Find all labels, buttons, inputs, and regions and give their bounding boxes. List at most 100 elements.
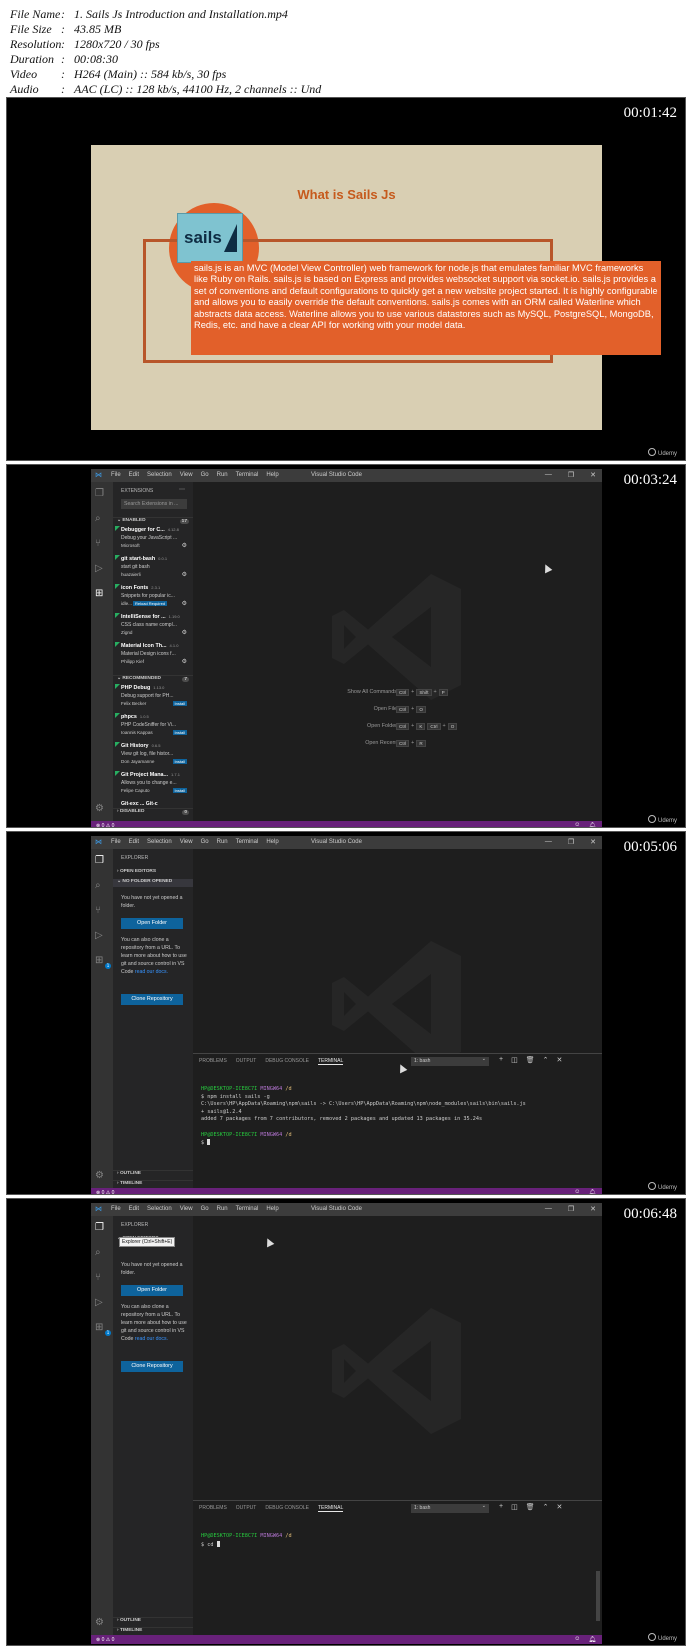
- menu-item[interactable]: View: [180, 472, 193, 478]
- gear-icon[interactable]: ⚙: [95, 803, 104, 814]
- menu-item[interactable]: Terminal: [236, 472, 259, 478]
- menu-bar[interactable]: File Edit Selection View Go Run Terminal Help: [111, 839, 279, 845]
- extension-item[interactable]: icon Fonts 2.3.1 Snippets for popular ic.…: [113, 584, 193, 613]
- menu-item[interactable]: View: [180, 839, 193, 845]
- gear-icon[interactable]: ⚙: [95, 1617, 104, 1628]
- panel-tab[interactable]: DEBUG CONSOLE: [265, 1505, 309, 1512]
- extensions-icon[interactable]: ⊞: [95, 588, 103, 599]
- extension-item[interactable]: git start-bash 0.0.1 start git bash huaza…: [113, 555, 193, 584]
- menu-item[interactable]: Go: [201, 472, 209, 478]
- gear-icon[interactable]: ⚙: [182, 571, 187, 578]
- minimize-icon[interactable]: —: [545, 471, 552, 479]
- timeline-section[interactable]: › TIMELINE: [113, 1180, 193, 1188]
- terminal-select[interactable]: 1: bash: [411, 1056, 489, 1066]
- trash-icon[interactable]: 🗑︎: [526, 1503, 535, 1511]
- window-controls[interactable]: — ❐ ✕: [545, 838, 596, 846]
- install-button[interactable]: Install: [172, 701, 187, 706]
- menu-item[interactable]: Selection: [147, 839, 172, 845]
- menu-item[interactable]: Edit: [129, 1206, 139, 1212]
- close-icon[interactable]: ✕: [590, 838, 596, 846]
- panel-tab[interactable]: PROBLEMS: [199, 1505, 227, 1512]
- shortcut-row[interactable]: Open Folder Ctrl + K Ctrl + O: [193, 723, 602, 733]
- extensions-icon[interactable]: ⊞: [95, 1322, 103, 1333]
- gear-icon[interactable]: ⚙: [182, 629, 187, 636]
- run-debug-icon[interactable]: ▷: [95, 1297, 103, 1308]
- menu-item[interactable]: View: [180, 1206, 193, 1212]
- maximize-icon[interactable]: ❐: [568, 471, 574, 479]
- bell-icon[interactable]: 🔔︎: [588, 1189, 596, 1194]
- terminal-output[interactable]: HP@DESKTOP-ICE8C7I MINGW64 /d $ cd: [201, 1533, 596, 1549]
- open-folder-button[interactable]: Open Folder: [121, 918, 183, 929]
- minimize-icon[interactable]: —: [545, 838, 552, 846]
- recommended-section[interactable]: ⌄ RECOMMENDED 7: [113, 675, 193, 683]
- extension-item[interactable]: Debugger for C... 4.12.8 Debug your JavaS…: [113, 526, 193, 555]
- bell-icon[interactable]: 🔔︎: [588, 1636, 596, 1643]
- menu-item[interactable]: Edit: [129, 839, 139, 845]
- open-editors-section[interactable]: › OPEN EDITORS: [113, 869, 193, 877]
- docs-link[interactable]: read our docs.: [135, 969, 168, 975]
- menu-item[interactable]: Run: [217, 839, 228, 845]
- install-button[interactable]: Install: [172, 759, 187, 764]
- list-item[interactable]: Git-exc ... Git-c: [121, 801, 158, 807]
- shortcut-row[interactable]: Show All Commands Ctrl + Shift + P: [193, 689, 602, 699]
- gear-icon[interactable]: ⚙: [182, 658, 187, 665]
- docs-link[interactable]: read our docs.: [135, 1336, 168, 1342]
- close-icon[interactable]: ✕: [590, 471, 596, 479]
- close-icon[interactable]: ✕: [590, 1205, 596, 1213]
- feedback-icon[interactable]: ☺: [574, 1189, 580, 1194]
- explorer-icon[interactable]: ❐: [95, 488, 104, 499]
- panel-tab[interactable]: OUTPUT: [236, 1505, 257, 1512]
- gear-icon[interactable]: ⚙: [95, 1170, 104, 1181]
- menu-item[interactable]: Edit: [129, 472, 139, 478]
- terminal-output[interactable]: HP@DESKTOP-ICE8C7I MINGW64 /d $ npm inst…: [201, 1086, 596, 1148]
- add-terminal-icon[interactable]: +: [499, 1056, 503, 1064]
- clone-repository-button[interactable]: Clone Repository: [121, 1361, 183, 1372]
- close-panel-icon[interactable]: ✕: [556, 1503, 562, 1511]
- extension-item[interactable]: Material Icon Th... 4.1.0 Material Design…: [113, 642, 193, 671]
- timeline-section[interactable]: › TIMELINE: [113, 1627, 193, 1635]
- trash-icon[interactable]: 🗑︎: [526, 1056, 535, 1064]
- clone-repository-button[interactable]: Clone Repository: [121, 994, 183, 1005]
- search-icon[interactable]: ⌕: [95, 1247, 101, 1258]
- menu-item[interactable]: Terminal: [236, 839, 259, 845]
- more-actions-icon[interactable]: ⋯: [179, 486, 185, 493]
- explorer-icon[interactable]: ❐: [95, 1222, 104, 1233]
- window-controls[interactable]: — ❐ ✕: [545, 471, 596, 479]
- maximize-panel-icon[interactable]: ⌃: [543, 1503, 549, 1511]
- panel-tab[interactable]: OUTPUT: [236, 1058, 257, 1065]
- source-control-icon[interactable]: ⑂: [95, 1272, 101, 1283]
- menu-item[interactable]: Run: [217, 472, 228, 478]
- panel-tab[interactable]: TERMINAL: [317, 1505, 344, 1512]
- menu-item[interactable]: Go: [201, 839, 209, 845]
- menu-item[interactable]: Terminal: [236, 1206, 259, 1212]
- maximize-icon[interactable]: ❐: [568, 838, 574, 846]
- extension-item[interactable]: Git History 0.6.5 View git log, file hist…: [113, 742, 193, 771]
- gear-icon[interactable]: ⚙: [182, 600, 187, 607]
- maximize-panel-icon[interactable]: ⌃: [543, 1056, 549, 1064]
- menu-item[interactable]: Go: [201, 1206, 209, 1212]
- run-debug-icon[interactable]: ▷: [95, 563, 103, 574]
- outline-section[interactable]: › OUTLINE: [113, 1617, 193, 1625]
- extensions-search-input[interactable]: Search Extensions in ...: [121, 499, 187, 509]
- enabled-section[interactable]: ⌄ ENABLED 17: [113, 517, 193, 525]
- panel-tabs[interactable]: PROBLEMS OUTPUT DEBUG CONSOLE TERMINAL: [199, 1058, 344, 1065]
- menu-item[interactable]: Selection: [147, 472, 172, 478]
- shortcut-row[interactable]: Open File Ctrl + O: [193, 706, 602, 716]
- problems-status[interactable]: ⊗ 0 ⚠ 0: [96, 1637, 114, 1643]
- terminal-scrollbar[interactable]: [596, 1571, 600, 1621]
- problems-status[interactable]: ⊗ 0 ⚠ 0: [96, 823, 114, 827]
- gear-icon[interactable]: ⚙: [182, 542, 187, 549]
- close-panel-icon[interactable]: ✕: [556, 1056, 562, 1064]
- source-control-icon[interactable]: ⑂: [95, 905, 101, 916]
- split-terminal-icon[interactable]: ◫: [511, 1503, 518, 1511]
- source-control-icon[interactable]: ⑂: [95, 538, 101, 549]
- feedback-icon[interactable]: ☺: [574, 1636, 580, 1643]
- no-folder-section[interactable]: ⌄ NO FOLDER OPENED: [113, 879, 193, 887]
- menu-bar[interactable]: File Edit Selection View Go Run Terminal Help: [111, 472, 279, 478]
- bell-icon[interactable]: 🔔︎: [588, 822, 596, 827]
- panel-tab[interactable]: DEBUG CONSOLE: [265, 1058, 309, 1065]
- open-folder-button[interactable]: Open Folder: [121, 1285, 183, 1296]
- split-terminal-icon[interactable]: ◫: [511, 1056, 518, 1064]
- menu-item[interactable]: File: [111, 1206, 121, 1212]
- search-icon[interactable]: ⌕: [95, 513, 101, 524]
